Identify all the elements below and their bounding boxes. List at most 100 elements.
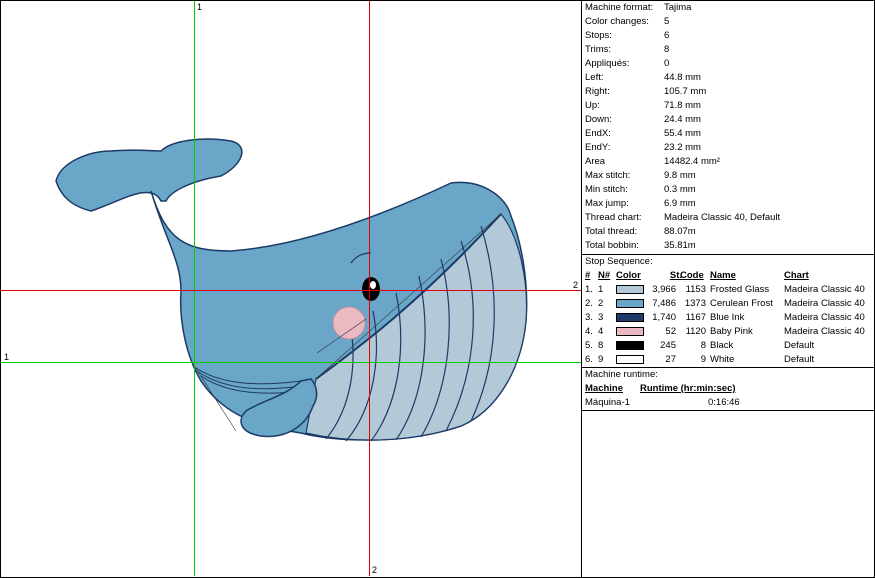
stop-row-stitches: 27	[665, 354, 676, 365]
info-value: 55.4 mm	[664, 128, 701, 139]
info-value: 8	[664, 44, 670, 55]
stop-row-needle: 9	[598, 354, 604, 365]
info-value: 6	[664, 30, 670, 41]
stop-row-num: 3.	[585, 312, 593, 323]
stop-row-num: 1.	[585, 284, 593, 295]
info-label: Max stitch:	[585, 170, 631, 181]
design-info-panel: Machine format: Tajima Color changes: 5 Stop…	[582, 1, 874, 577]
info-label: Color changes:	[585, 16, 649, 27]
info-value: 14482.4 mm²	[664, 156, 720, 167]
green-horizontal-axis	[1, 362, 581, 363]
design-canvas[interactable]: 1 1 2 2	[1, 1, 581, 576]
separator	[582, 410, 874, 411]
red-horizontal-axis	[1, 290, 581, 291]
red-horizontal-axis-label: 2	[573, 280, 579, 290]
info-label: EndY:	[585, 142, 611, 153]
whale-tail	[55, 138, 243, 212]
stop-row-name: Black	[710, 340, 734, 351]
col-header-n: N#	[598, 270, 611, 281]
stop-row-num: 4.	[585, 326, 593, 337]
info-value: 35.81m	[664, 240, 696, 251]
stop-row-name: White	[710, 354, 735, 365]
col-header-chart: Chart	[784, 270, 809, 281]
info-label: Total thread:	[585, 226, 638, 237]
color-swatch	[616, 313, 644, 322]
info-label: Down:	[585, 114, 612, 125]
info-value: 105.7 mm	[664, 86, 707, 97]
info-label: Left:	[585, 72, 604, 83]
whale-eye-highlight	[370, 281, 376, 289]
stop-row-chart: Madeira Classic 40	[784, 312, 865, 323]
stop-row-code: 8	[700, 340, 706, 351]
col-header-color: Color	[616, 270, 641, 281]
info-label: Total bobbin:	[585, 240, 639, 251]
red-vertical-axis	[369, 1, 370, 576]
info-value: 0.3 mm	[664, 184, 696, 195]
stop-row-stitches: 245	[660, 340, 676, 351]
color-swatch	[616, 299, 644, 308]
stop-row-stitches: 52	[665, 326, 676, 337]
info-value: 24.4 mm	[664, 114, 701, 125]
stop-sequence-title: Stop Sequence:	[585, 256, 653, 267]
info-value: 23.2 mm	[664, 142, 701, 153]
stop-row-name: Frosted Glass	[710, 284, 770, 295]
stop-row-num: 2.	[585, 298, 593, 309]
info-value: 71.8 mm	[664, 100, 701, 111]
stop-row-stitches: 3,966	[652, 284, 676, 295]
stop-row-needle: 1	[598, 284, 604, 295]
info-label: Thread chart:	[585, 212, 642, 223]
stop-row-chart: Madeira Classic 40	[784, 298, 865, 309]
green-horizontal-axis-label: 1	[4, 352, 10, 362]
stop-row-code: 1373	[684, 298, 706, 309]
info-value: 6.9 mm	[664, 198, 696, 209]
stop-row-code: 1167	[685, 312, 706, 323]
stop-row-chart: Default	[784, 354, 815, 365]
info-label: Max jump:	[585, 198, 629, 209]
info-label: Appliqués:	[585, 58, 630, 69]
col-header-st: St.	[669, 270, 682, 281]
color-swatch	[616, 327, 644, 336]
stop-row-needle: 3	[598, 312, 604, 323]
stop-row-stitches: 1,740	[652, 312, 676, 323]
info-label: Right:	[585, 86, 610, 97]
stop-row-chart: Madeira Classic 40	[784, 284, 865, 295]
whale-design	[55, 138, 528, 442]
stop-row-stitches: 7,486	[652, 298, 676, 309]
info-value: 5	[664, 16, 670, 27]
info-label: Area	[585, 156, 606, 167]
green-vertical-axis	[194, 1, 195, 576]
whale-eye	[362, 277, 380, 301]
info-value: 9.8 mm	[664, 170, 696, 181]
info-value: Tajima	[664, 2, 692, 13]
info-label: Stops:	[585, 30, 612, 41]
color-swatch	[616, 341, 644, 350]
machine-runtime-title: Machine runtime:	[585, 369, 658, 380]
stop-row-needle: 4	[598, 326, 604, 337]
stop-row-needle: 8	[598, 340, 604, 351]
info-label: EndX:	[585, 128, 611, 139]
color-swatch	[616, 355, 644, 364]
stop-row-name: Baby Pink	[710, 326, 753, 337]
red-vertical-axis-label: 2	[372, 565, 378, 575]
col-header-machine: Machine	[585, 383, 624, 394]
col-header-runtime: Runtime (hr:min:sec)	[640, 383, 736, 394]
info-label: Min stitch:	[585, 184, 628, 195]
stop-row-num: 5.	[585, 340, 593, 351]
stop-row-name: Cerulean Frost	[710, 298, 773, 309]
runtime-machine: Máquina-1	[585, 397, 630, 408]
info-label: Trims:	[585, 44, 612, 55]
runtime-value: 0:16:46	[708, 397, 740, 408]
info-value: Madeira Classic 40, Default	[664, 212, 781, 223]
color-swatch	[616, 285, 644, 294]
stop-row-name: Blue Ink	[710, 312, 745, 323]
info-label: Up:	[585, 100, 600, 111]
info-value: 44.8 mm	[664, 72, 701, 83]
stop-row-chart: Default	[784, 340, 815, 351]
col-header-name: Name	[710, 270, 736, 281]
info-value: 0	[664, 58, 670, 69]
stop-row-chart: Madeira Classic 40	[784, 326, 865, 337]
green-vertical-axis-label: 1	[197, 2, 203, 12]
stop-row-code: 1120	[685, 326, 706, 337]
stop-row-code: 1153	[685, 284, 706, 295]
col-header-num: #	[585, 270, 591, 281]
